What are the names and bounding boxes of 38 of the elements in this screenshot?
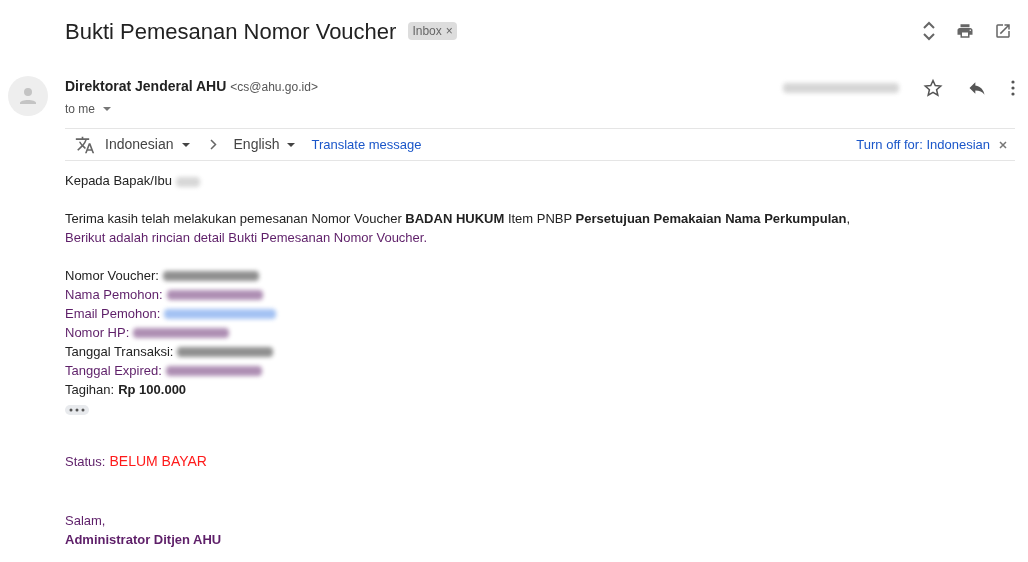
star-icon[interactable] — [923, 78, 943, 98]
detail-label: Nomor Voucher: — [65, 267, 159, 285]
ellipsis-icon — [69, 408, 85, 412]
email-subject: Bukti Pemesanan Nomor Voucher — [65, 17, 397, 46]
detail-label: Email Pemohon: — [65, 305, 161, 323]
turn-off-translation-link[interactable]: Turn off for: Indonesian — [856, 134, 990, 155]
translate-message-link[interactable]: Translate message — [311, 134, 422, 155]
sender-name: Direktorat Jenderal AHU — [65, 77, 227, 96]
caret-icon — [181, 142, 190, 147]
closing-text: Salam, — [65, 512, 107, 530]
detail-label: Tagihan: — [65, 381, 115, 399]
close-icon[interactable] — [999, 140, 1007, 149]
detail-label: Nama Pemohon: — [65, 286, 163, 304]
detail-value: Rp 100.000 — [118, 381, 187, 399]
avatar-icon — [8, 76, 48, 116]
sender-email: <cs@ahu.go.id> — [230, 79, 318, 96]
print-icon[interactable] — [956, 22, 974, 40]
detail-label: Tanggal Transaksi: — [65, 343, 174, 361]
status-label: Status: — [65, 453, 106, 471]
status-value: BELUM BAYAR — [109, 452, 207, 471]
more-icon[interactable] — [1011, 80, 1015, 96]
translate-icon — [75, 134, 95, 155]
chevron-right-icon — [209, 139, 217, 150]
target-language-dropdown[interactable]: English — [233, 134, 296, 155]
detail-label: Nomor HP: — [65, 324, 130, 342]
caret-icon — [103, 107, 111, 111]
source-language-dropdown[interactable]: Indonesian — [105, 134, 190, 155]
signature-text: Administrator Ditjen AHU — [65, 531, 223, 549]
intro-note: Berikut adalah rincian detail Bukti Pemesanan Nomor Voucher. — [65, 229, 429, 247]
caret-icon — [287, 142, 296, 147]
inbox-label[interactable]: Inbox × — [408, 22, 457, 40]
greeting-text: Kepada Bapak/Ibu — [65, 172, 172, 190]
show-trimmed-content-button[interactable] — [65, 405, 89, 415]
detail-label: Tanggal Expired: — [65, 362, 162, 380]
expand-icon[interactable] — [922, 21, 936, 41]
intro-text: Terima kasih telah melakukan pemesanan Nomor Voucher BADAN HUKUM Item PNBP Persetujuan Pemakaian Nama Perkumpulan, — [65, 210, 852, 228]
open-in-new-icon[interactable] — [994, 22, 1012, 40]
recipient-dropdown[interactable]: to me — [65, 100, 111, 118]
